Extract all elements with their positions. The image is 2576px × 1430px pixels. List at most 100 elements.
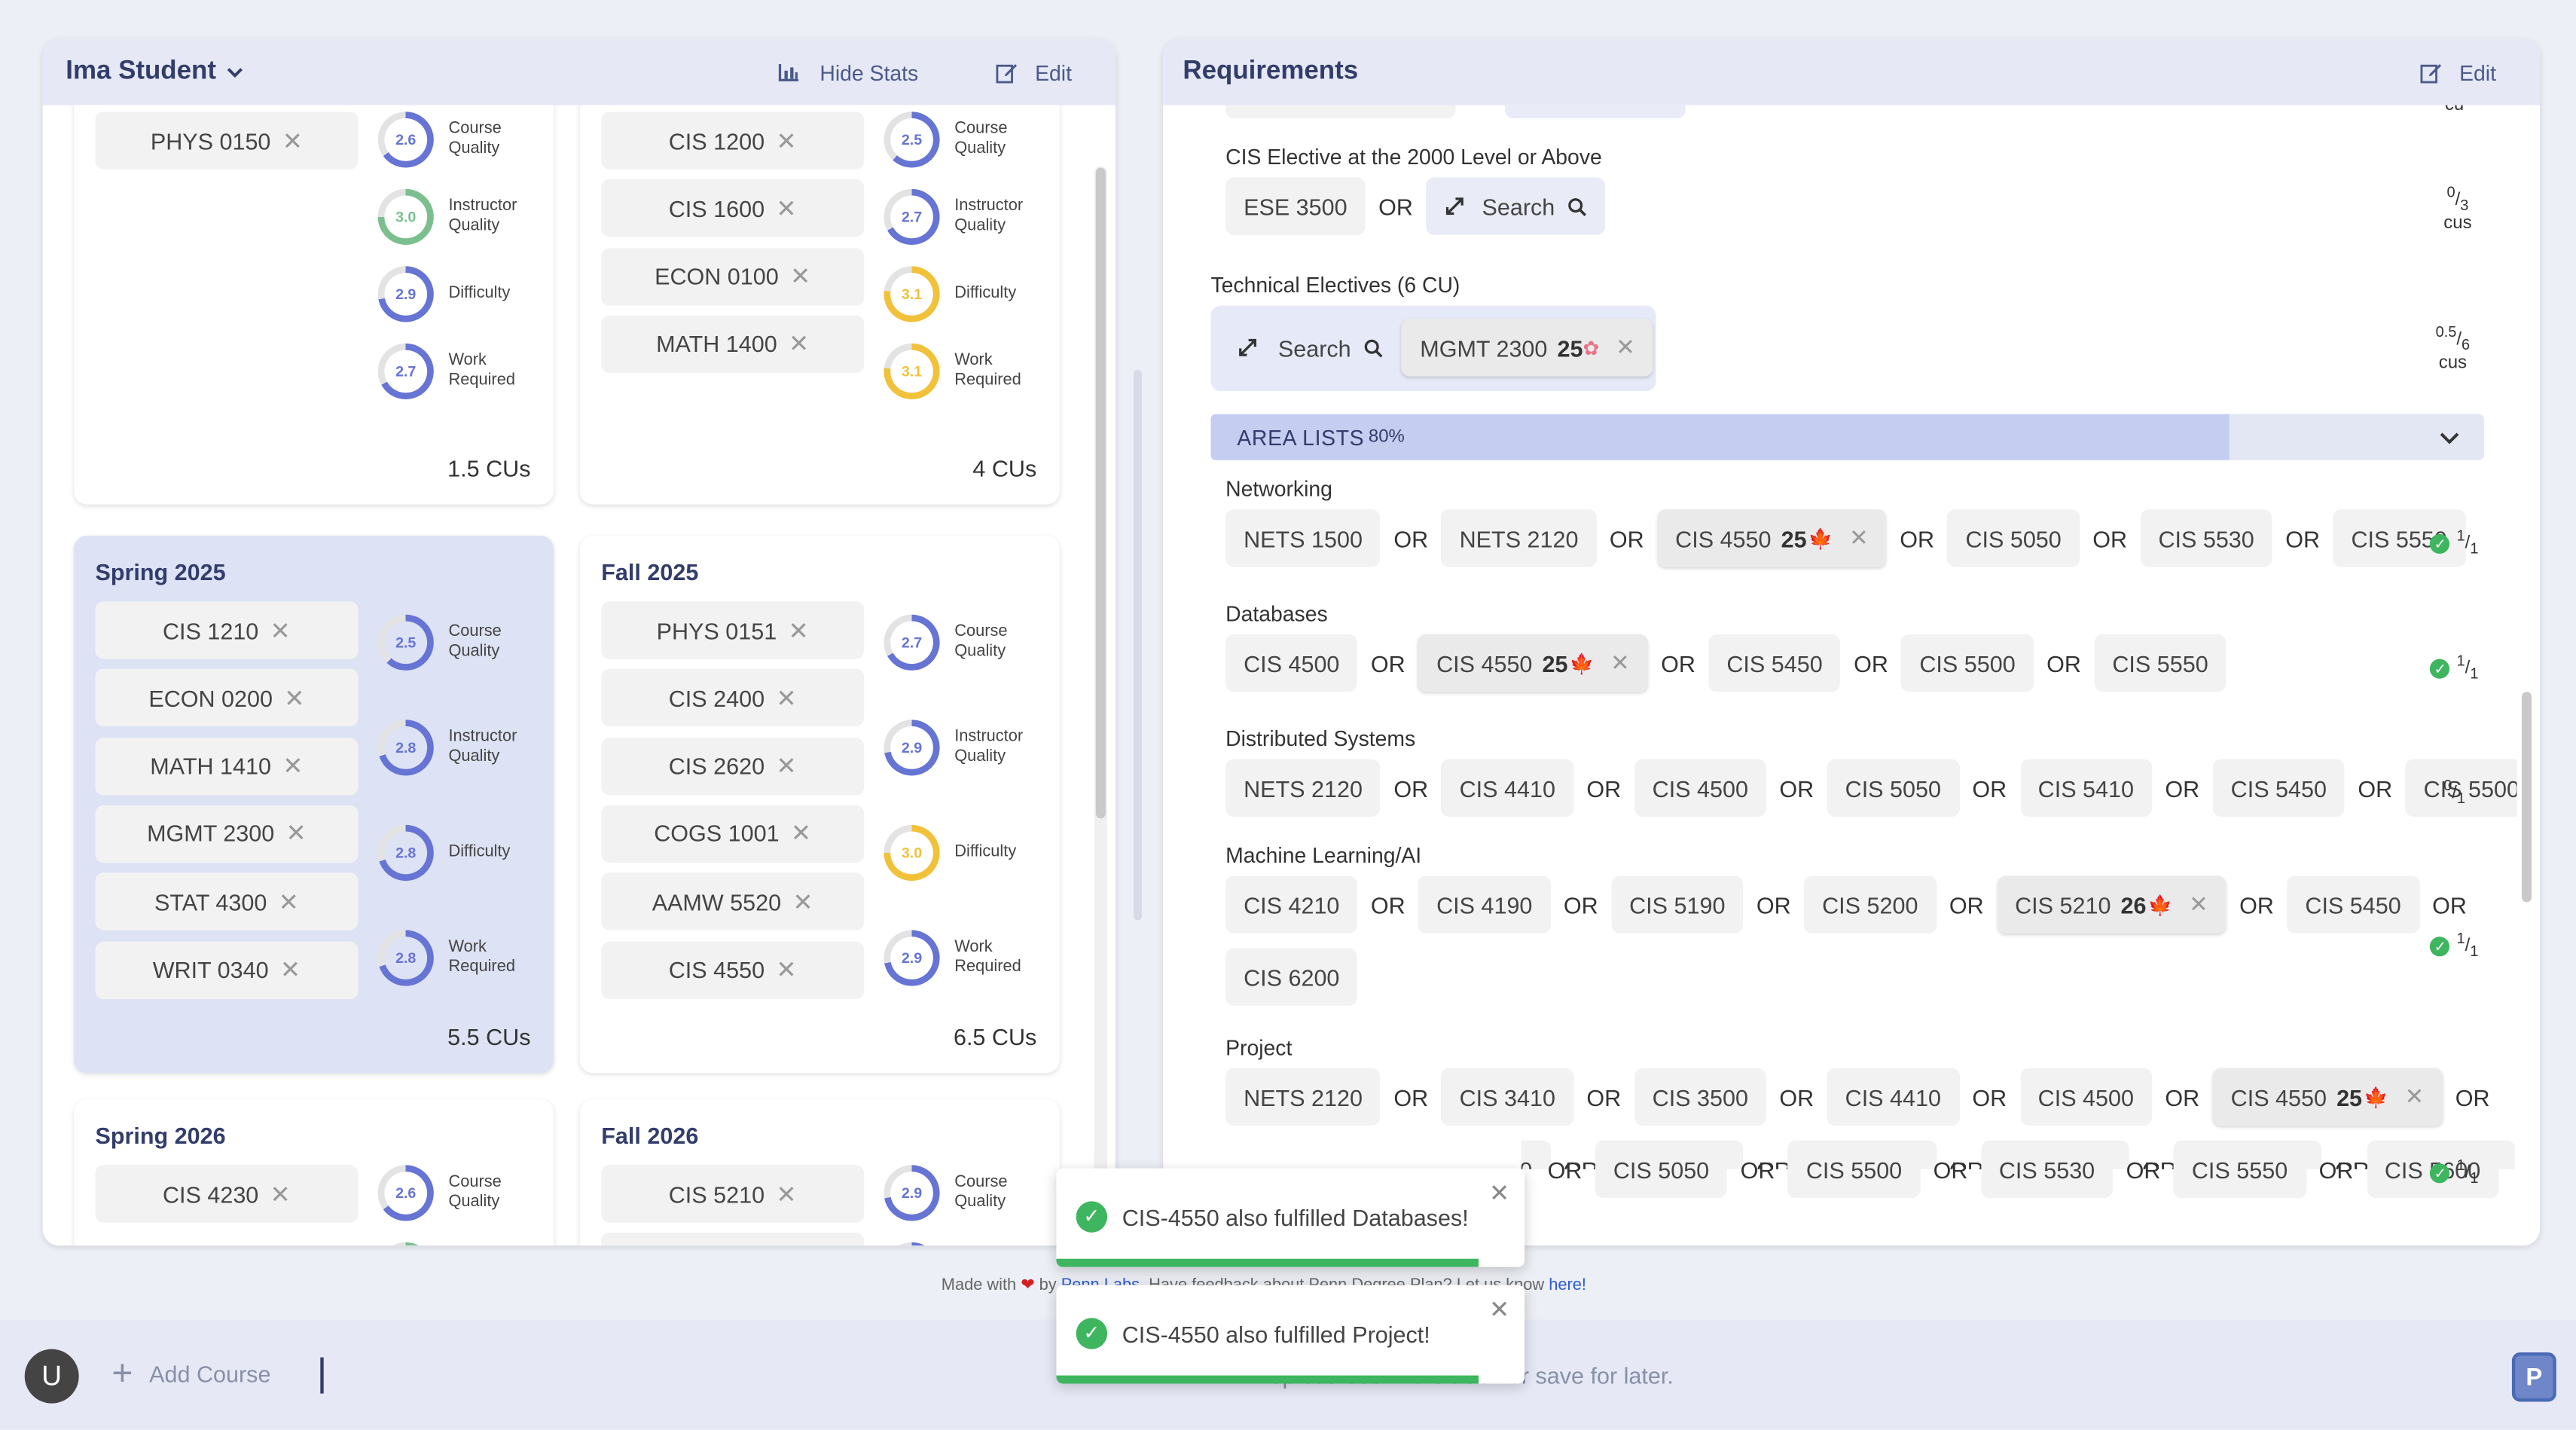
chevron-down-icon[interactable] [224, 63, 244, 82]
close-icon[interactable]: ✕ [1489, 1178, 1509, 1208]
course-chip[interactable]: CIS 5190 [1611, 875, 1744, 933]
page-scroll-thumb[interactable] [1133, 369, 1142, 921]
course-chip[interactable]: CIS 1600 ✕ [601, 179, 865, 237]
close-icon[interactable]: ✕ [1489, 1295, 1509, 1325]
remove-icon[interactable]: ✕ [270, 616, 291, 645]
remove-icon[interactable]: ✕ [270, 1179, 291, 1208]
course-chip[interactable]: COGS 1001 ✕ [601, 805, 865, 863]
remove-icon[interactable]: ✕ [282, 126, 303, 155]
course-chip[interactable]: CIS 4230 ✕ [95, 1165, 359, 1223]
course-chip[interactable]: CIS 4500 [2019, 1068, 2152, 1126]
remove-icon[interactable]: ✕ [791, 819, 811, 848]
course-chip[interactable]: CIS 4500 [1225, 634, 1358, 692]
remove-icon[interactable]: ✕ [776, 683, 796, 713]
remove-icon[interactable]: ✕ [1849, 524, 1869, 552]
add-course-button[interactable]: + Add Course [111, 1355, 270, 1391]
remove-icon[interactable]: ✕ [776, 126, 796, 155]
semester-card[interactable]: Fall 2025 PHYS 0151 ✕ CIS 2400 ✕ CIS 2620 ✕ COG… [579, 536, 1060, 1074]
course-chip[interactable]: ECON 0200 ✕ [95, 669, 359, 727]
course-chip[interactable]: CIS 2400 ✕ [601, 669, 865, 727]
course-chip[interactable]: NETS 2120 [1441, 509, 1597, 567]
course-chip[interactable]: CIS 5530 [2140, 509, 2272, 567]
course-chip[interactable]: CIS 1200 ✕ [601, 112, 865, 170]
course-chip[interactable]: CIS 5450 [1708, 634, 1841, 692]
course-chip[interactable]: ECON 0100 ✕ [601, 247, 865, 305]
course-chip[interactable]: CIS 1210 ✕ [95, 601, 359, 659]
remove-icon[interactable]: ✕ [776, 1179, 796, 1208]
semester-card[interactable]: CIS 1200 ✕ CIS 1600 ✕ ECON 0100 ✕ MATH 1400 ✕ 2.… [579, 105, 1060, 505]
course-chip[interactable]: CIS 5210 ✕ [601, 1165, 865, 1223]
course-chip[interactable]: CIS 5550 [2173, 1140, 2306, 1199]
plan-edit-button[interactable]: Edit [996, 39, 1072, 105]
remove-icon[interactable]: ✕ [285, 819, 306, 848]
semester-card[interactable]: Spring 2026 CIS 4230 ✕ 2.6 Course Quality 3.2… [74, 1099, 554, 1246]
course-chip[interactable]: CIS 5050 [1947, 509, 2080, 567]
course-chip[interactable]: CIS 5500 [1901, 634, 2034, 692]
remove-icon[interactable]: ✕ [792, 887, 813, 916]
remove-icon[interactable]: ✕ [2405, 1083, 2425, 1111]
course-chip[interactable]: PHYS 0151 ✕ [601, 601, 865, 659]
requirements-scroll-thumb[interactable] [2521, 692, 2532, 903]
course-chip[interactable]: NETS 1500 [1225, 509, 1381, 567]
course-chip[interactable]: CIS 3500 [1634, 1068, 1766, 1126]
course-chip[interactable]: NETS 2120 [1225, 759, 1381, 817]
remove-icon[interactable]: ✕ [282, 751, 303, 781]
course-chip[interactable]: CIS 4190 [1418, 875, 1551, 933]
course-chip-selected[interactable]: MGMT 2300 25 ✿ ✕ [1402, 319, 1653, 377]
feedback-link[interactable]: here! [1549, 1277, 1586, 1295]
remove-icon[interactable]: ✕ [789, 329, 809, 359]
course-chip-selected[interactable]: CIS 4550 25 🍁 ✕ [1418, 634, 1648, 692]
course-chip[interactable]: CIS 5200 [1804, 875, 1937, 933]
course-chip[interactable]: CIS 4500 [1634, 759, 1766, 817]
course-chip[interactable]: CIS 5550 [2094, 634, 2227, 692]
course-chip[interactable]: CIS 4210 [1225, 875, 1358, 933]
course-chip[interactable]: CIS 4550 ✕ [601, 940, 865, 999]
course-chip-selected[interactable]: CIS 4550 25 🍁 ✕ [1657, 509, 1887, 567]
requirements-edit-button[interactable]: Edit [2420, 39, 2496, 105]
remove-icon[interactable]: ✕ [284, 683, 304, 713]
remove-icon[interactable]: ✕ [280, 955, 301, 984]
search-button[interactable]: Search [1426, 177, 1606, 235]
remove-icon[interactable]: ✕ [776, 955, 796, 984]
remove-icon[interactable]: ✕ [1610, 649, 1630, 677]
remove-icon[interactable]: ✕ [776, 751, 796, 781]
penn-degree-plan-logo[interactable]: P [2511, 1352, 2556, 1402]
course-chip[interactable]: AAMW 5520 ✕ [601, 872, 865, 930]
student-name[interactable]: Ima Student [66, 57, 216, 87]
course-chip-selected[interactable]: CIS 4550 25 🍁 ✕ [2212, 1068, 2443, 1126]
course-chip[interactable]: CIS 4410 [1441, 759, 1573, 817]
course-chip[interactable]: NETS 2120 [1225, 1068, 1381, 1126]
course-chip[interactable]: ESE 3500 [1225, 177, 1366, 235]
course-chip[interactable]: MATH 1400 ✕ [601, 315, 865, 373]
course-chip[interactable]: STAT 4300 ✕ [95, 872, 359, 930]
course-chip[interactable]: CIS 5530 [1980, 1140, 2114, 1199]
search-button[interactable]: Search [1219, 319, 1402, 376]
semester-card[interactable]: PHYS 0150 ✕ 2.6 Course Quality 3.0 Instructor… [74, 105, 554, 505]
course-chip-selected[interactable]: CIS 5210 26 🍁 ✕ [1997, 875, 2227, 933]
remove-icon[interactable]: ✕ [1616, 334, 1635, 362]
avatar[interactable]: U [24, 1349, 79, 1404]
remove-icon[interactable]: ✕ [2189, 891, 2208, 918]
hide-stats-button[interactable]: Hide Stats [777, 39, 918, 105]
course-chip[interactable]: CIS 6200 [1225, 948, 1358, 1006]
area-lists-bar[interactable]: AREA LISTS 80% [1210, 414, 2484, 460]
course-chip[interactable]: CIS 5050 [1827, 759, 1959, 817]
remove-icon[interactable]: ✕ [790, 261, 810, 291]
semester-card[interactable]: Spring 2025 CIS 1210 ✕ ECON 0200 ✕ MATH 1410 ✕… [74, 536, 554, 1074]
course-chip[interactable]: ESE 3500✕ [601, 1233, 865, 1246]
remove-icon[interactable]: ✕ [788, 616, 808, 645]
chevron-down-icon[interactable] [2438, 426, 2462, 449]
plan-scroll-thumb[interactable] [1095, 167, 1106, 819]
remove-icon[interactable]: ✕ [279, 887, 299, 916]
course-chip[interactable]: MGMT 2300 ✕ [95, 805, 359, 863]
course-chip[interactable]: CIS 4410 [1827, 1068, 1959, 1126]
course-chip[interactable]: CIS 5050 [1595, 1140, 1728, 1199]
course-chip[interactable]: CIS 5410 [2019, 759, 2152, 817]
course-chip[interactable]: CIS 2620 ✕ [601, 737, 865, 795]
course-chip[interactable]: WRIT 0340 ✕ [95, 940, 359, 999]
course-chip[interactable]: PHYS 0150 ✕ [95, 112, 359, 170]
semester-card[interactable]: Fall 2026 CIS 5210 ✕ ESE 3500✕ 2.9 Course Qua… [579, 1099, 1060, 1246]
course-chip[interactable]: CIS 5500 [1787, 1140, 1921, 1199]
course-chip[interactable]: CIS 5450 [2212, 759, 2345, 817]
remove-icon[interactable]: ✕ [776, 194, 796, 223]
